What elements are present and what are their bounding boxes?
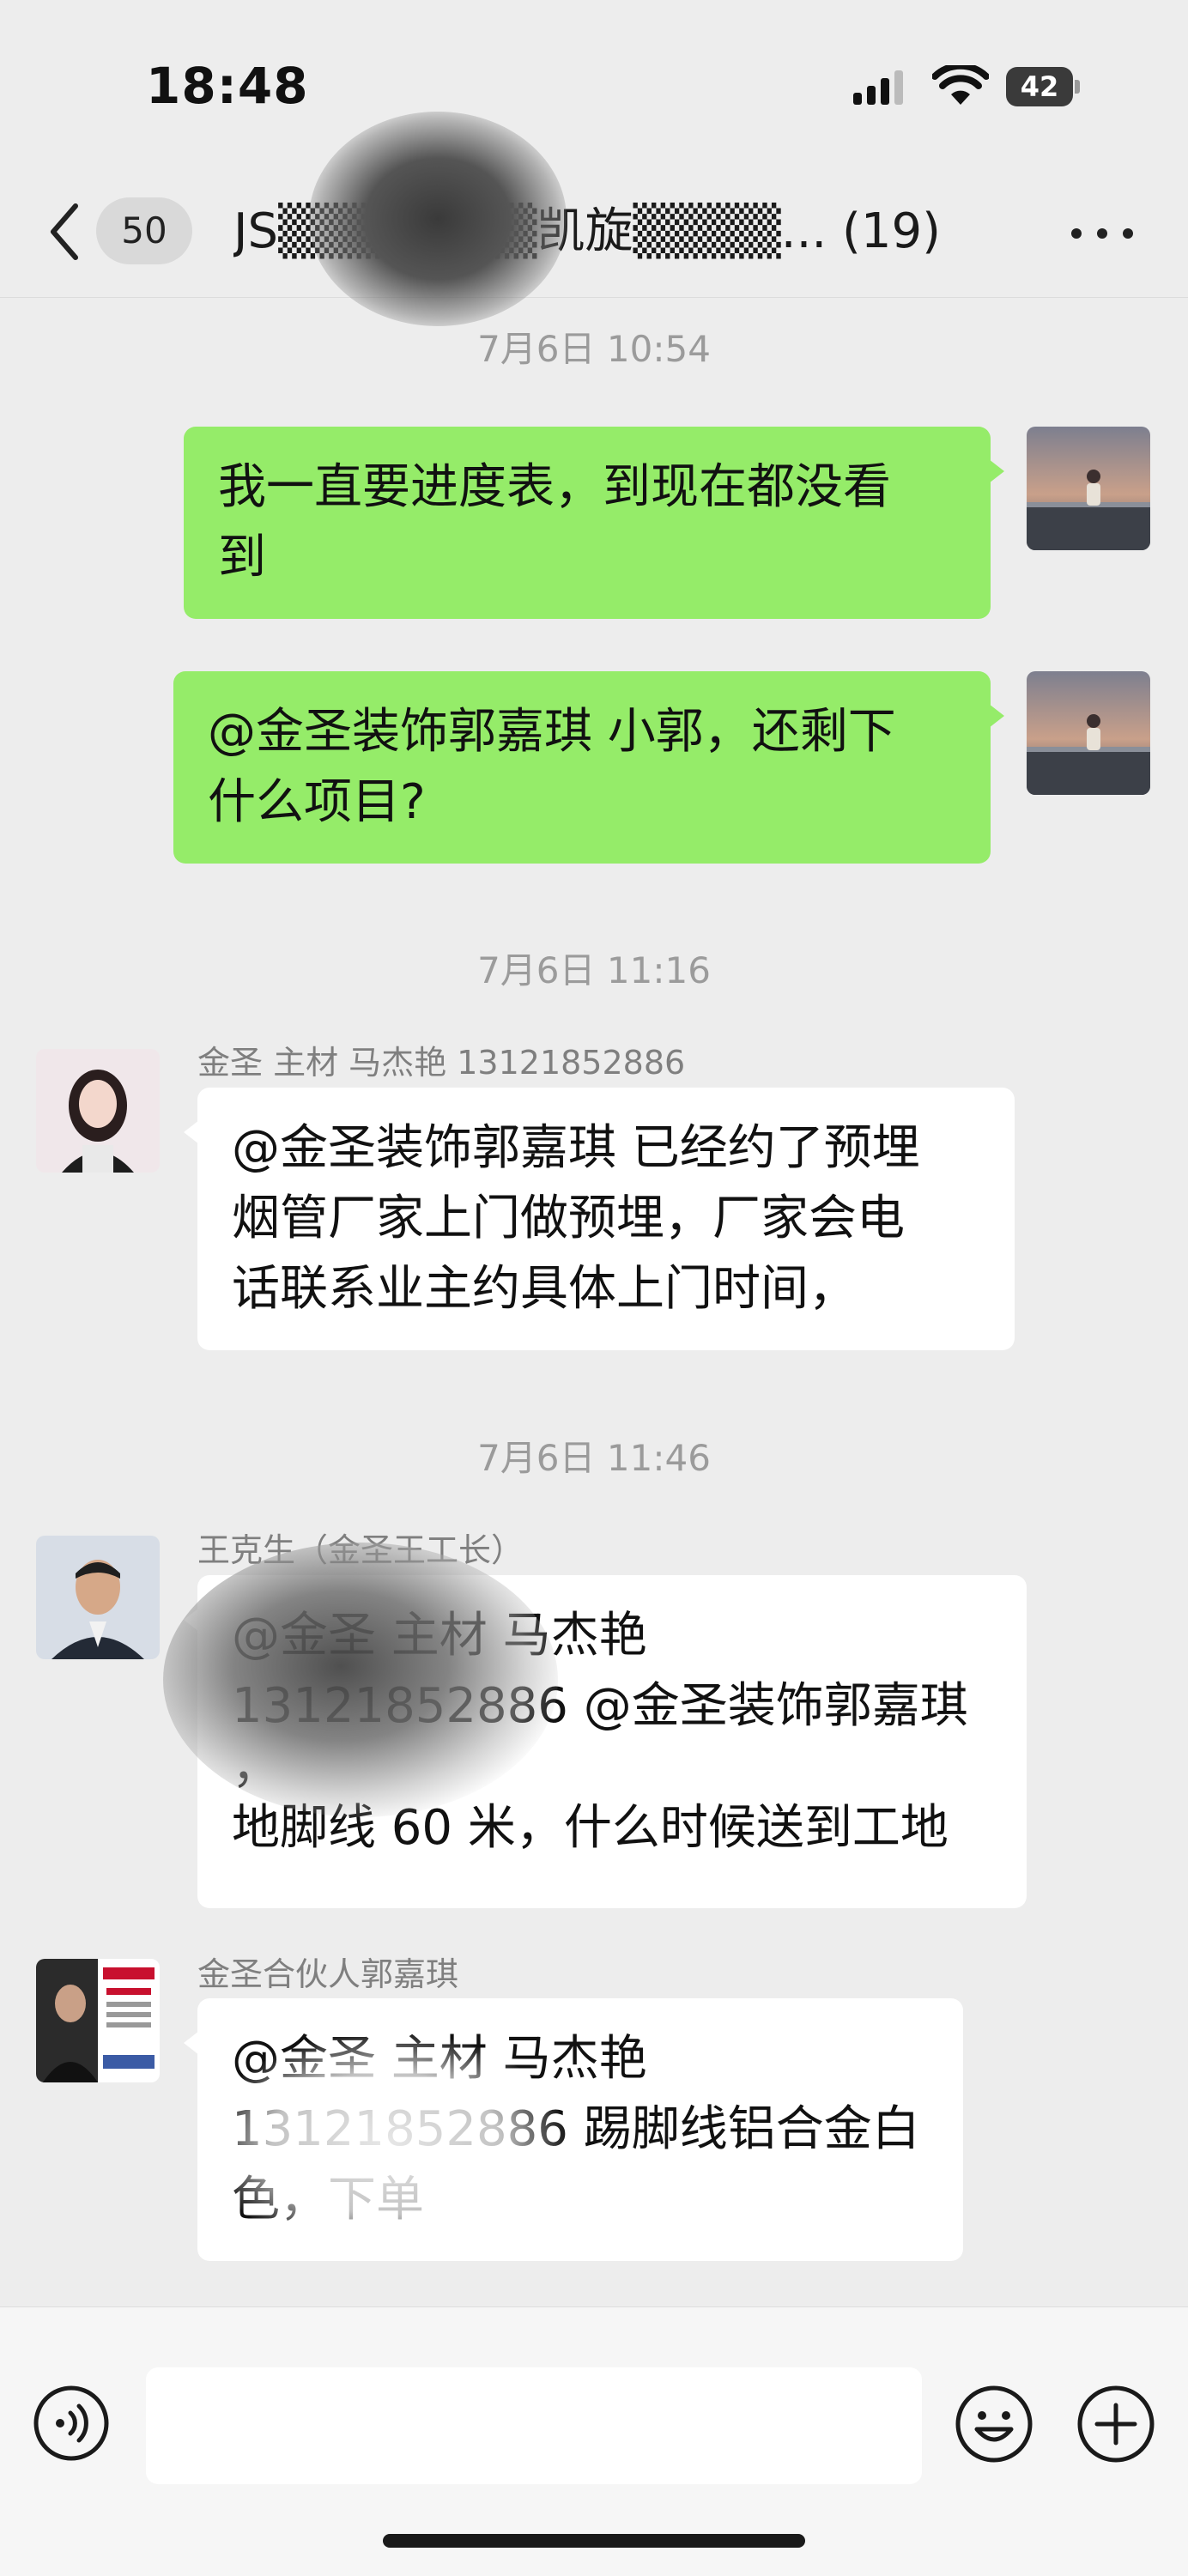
message-list[interactable]: 7月6日 10:54 我一直要进度表，到现在都没看 到 @金圣装饰郭嘉琪 小郭，… [0,298,1188,2306]
back-icon[interactable] [43,199,86,264]
sender-name: 金圣合伙人郭嘉琪 [197,1955,459,1993]
message-line: @金圣装饰郭嘉琪 已经约了预埋 [232,1120,920,1176]
timestamp: 7月6日 10:54 [477,328,711,370]
unread-count-badge[interactable]: 50 [96,197,192,264]
status-bar: 18:48 42 [0,0,1188,163]
message-line: ， [232,1739,280,1795]
plus-icon[interactable] [1076,2385,1155,2464]
avatar-sender[interactable] [36,1959,160,2082]
input-bar [0,2306,1188,2576]
message-line: 色，下单 [232,2172,424,2227]
message-bubble-other[interactable]: @金圣 主材 马杰艳 13121852886 @金圣装饰郭嘉琪 ， 地脚线 60… [184,1575,1027,1908]
message-line: @金圣装饰郭嘉琪 小郭，还剩下 [208,704,896,760]
message-bubble-self[interactable]: @金圣装饰郭嘉琪 小郭，还剩下 什么项目? [173,671,1004,864]
battery-level: 42 [1006,67,1073,106]
status-time: 18:48 [146,57,309,115]
timestamp: 7月6日 11:16 [477,949,711,991]
avatar-self[interactable] [1027,427,1150,550]
sender-name: 王克生（金圣王工长） [197,1531,524,1569]
message-line: 什么项目? [208,774,426,830]
message-line: 到 [218,530,266,585]
avatar-sender[interactable] [36,1536,160,1659]
message-line: 我一直要进度表，到现在都没看 [218,459,891,515]
message-bubble-other[interactable]: @金圣 主材 马杰艳 13121852886 踢脚线铝合金白 色，下单 [184,1998,963,2261]
title-redaction [309,112,567,326]
sender-name: 金圣 主材 马杰艳 13121852886 [197,1044,686,1082]
home-indicator [383,2534,805,2548]
emoji-icon[interactable] [955,2385,1033,2464]
signal-icon [853,70,905,105]
message-line: @金圣 主材 马杰艳 [232,1608,647,1664]
timestamp: 7月6日 11:46 [477,1437,711,1479]
message-line: 话联系业主约具体上门时间， [232,1261,857,1317]
avatar-self[interactable] [1027,671,1150,795]
message-input[interactable] [146,2367,922,2484]
battery-icon: 42 [1006,67,1080,106]
wifi-icon [932,65,989,105]
avatar-sender[interactable] [36,1049,160,1173]
message-line: 13121852886 @金圣装饰郭嘉琪 [232,1678,968,1734]
message-line: 烟管厂家上门做预埋，厂家会电 [232,1191,905,1246]
more-icon[interactable] [1068,216,1136,251]
chat-header: 50 JS▒▒▒▒▒▒▒凯旋▒▒▒▒... (19) [0,112,1188,326]
message-line: 地脚线 60 米，什么时候送到工地 [232,1800,949,1856]
voice-icon[interactable] [33,2385,110,2462]
message-line: @金圣 主材 马杰艳 [232,2031,647,2087]
message-line: 13121852886 踢脚线铝合金白 [232,2101,920,2157]
message-bubble-self[interactable]: 我一直要进度表，到现在都没看 到 [184,427,1004,619]
message-bubble-other[interactable]: @金圣装饰郭嘉琪 已经约了预埋 烟管厂家上门做预埋，厂家会电 话联系业主约具体上… [184,1088,1015,1350]
